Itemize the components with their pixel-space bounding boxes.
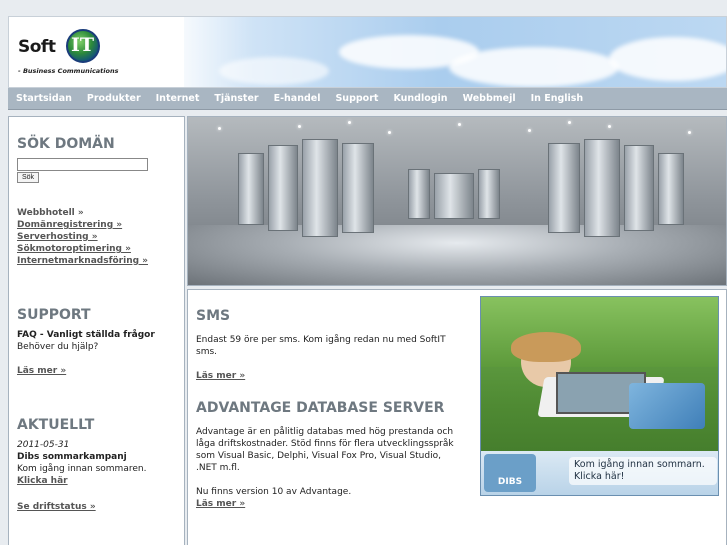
ads-text: Advantage är en pålitlig databas med hög… (196, 427, 454, 473)
news-link[interactable]: Klicka här (17, 475, 176, 487)
news-date: 2011-05-31 (17, 440, 70, 450)
link-serverhosting[interactable]: Serverhosting » (17, 231, 176, 243)
support-heading: SUPPORT (17, 307, 91, 323)
server-room-banner (187, 116, 727, 286)
link-sokmotoroptimering[interactable]: Sökmotoroptimering » (17, 243, 176, 255)
sms-read-more-link[interactable]: Läs mer » (196, 370, 458, 382)
nav-item-kundlogin[interactable]: Kundlogin (393, 93, 447, 104)
nav-item-in-english[interactable]: In English (531, 93, 584, 104)
news-heading: AKTUELLT (17, 417, 95, 433)
faq-text: Behöver du hjälp? (17, 342, 99, 352)
ads-heading: ADVANTAGE DATABASE SERVER (196, 400, 445, 416)
logo[interactable]: Soft IT - Business Communications (9, 17, 184, 87)
nav-item-ehandel[interactable]: E-handel (274, 93, 321, 104)
status-link[interactable]: Se driftstatus » (17, 501, 176, 513)
support-read-more-link[interactable]: Läs mer » (17, 365, 176, 377)
logo-tagline: - Business Communications (18, 67, 119, 75)
dibs-logo: DIBS (484, 454, 536, 492)
news-title: Dibs sommarkampanj (17, 452, 127, 462)
news-text: Kom igång innan sommaren. (17, 464, 147, 474)
service-links: Webbhotell » Domänregistrering » Serverh… (17, 207, 176, 267)
ad-text: Kom igång innan sommarn. Klicka här! (569, 457, 717, 485)
credit-card-icon (629, 383, 705, 429)
domain-search-heading: SÖK DOMÄN (17, 136, 115, 152)
main-nav: Startsidan Produkter Internet Tjänster E… (8, 88, 727, 110)
nav-item-internet[interactable]: Internet (156, 93, 200, 104)
ads-text-version: Nu finns version 10 av Advantage. (196, 487, 352, 497)
link-webbhotell[interactable]: Webbhotell » (17, 207, 176, 219)
sms-heading: SMS (196, 308, 231, 324)
site-header: Soft IT - Business Communications (8, 16, 727, 88)
ads-read-more-link[interactable]: Läs mer » (196, 498, 458, 510)
sms-text: Endast 59 öre per sms. Kom igång redan n… (196, 335, 446, 357)
logo-wordmark: Soft (18, 37, 56, 57)
link-domanregistrering[interactable]: Domänregistrering » (17, 219, 176, 231)
nav-item-startsidan[interactable]: Startsidan (16, 93, 72, 104)
nav-item-tjanster[interactable]: Tjänster (214, 93, 258, 104)
domain-search-input[interactable] (17, 158, 148, 171)
nav-item-produkter[interactable]: Produkter (87, 93, 141, 104)
faq-title[interactable]: FAQ - Vanligt ställda frågor (17, 329, 176, 341)
logo-it: IT (71, 34, 95, 56)
domain-search-button[interactable]: Sök (17, 172, 40, 183)
link-internetmarknadsforing[interactable]: Internetmarknadsföring » (17, 255, 176, 267)
nav-item-webbmejl[interactable]: Webbmejl (463, 93, 516, 104)
sidebar: SÖK DOMÄN Sök Webbhotell » Domänregistre… (8, 116, 185, 545)
nav-item-support[interactable]: Support (335, 93, 378, 104)
dibs-ad[interactable]: DIBS Kom igång innan sommarn. Klicka här… (480, 296, 719, 496)
